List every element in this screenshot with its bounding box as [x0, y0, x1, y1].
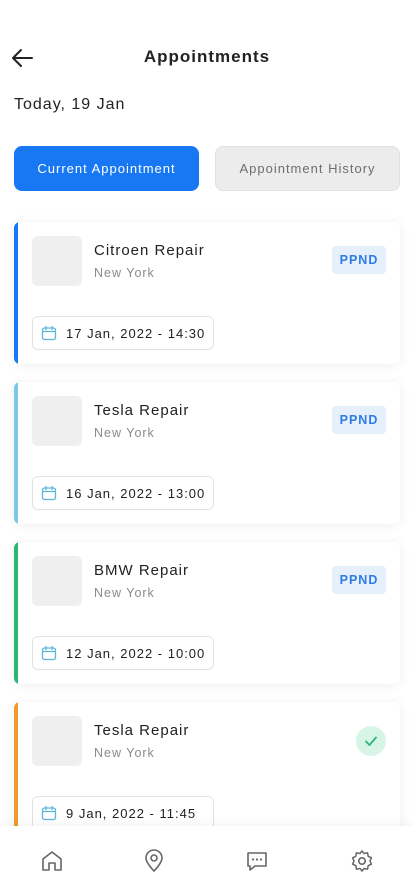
nav-location[interactable] [141, 848, 167, 874]
appointment-location: New York [94, 586, 155, 600]
tab-current-appointment[interactable]: Current Appointment [14, 146, 199, 191]
calendar-icon [41, 325, 57, 341]
status-badge: PPND [332, 406, 386, 434]
appointment-name: Citroen Repair [94, 242, 205, 259]
location-pin-icon [145, 849, 163, 872]
appointment-location: New York [94, 426, 155, 440]
calendar-icon [41, 485, 57, 501]
nav-messages[interactable] [244, 848, 270, 874]
chat-icon [247, 852, 267, 871]
appointment-datetime: 9 Jan, 2022 - 11:45 [32, 796, 214, 830]
app-header: Appointments [0, 0, 414, 100]
appointment-card[interactable]: Tesla Repair New York 9 Jan, 2022 - 11:4… [14, 702, 400, 844]
status-accent-bar [14, 542, 18, 684]
appointment-name: Tesla Repair [94, 402, 190, 419]
appointment-name: BMW Repair [94, 562, 190, 579]
appointment-location: New York [94, 746, 155, 760]
page-title: Appointments [143, 47, 271, 66]
datetime-text: 12 Jan, 2022 - 10:00 [66, 645, 206, 661]
status-accent-bar [14, 702, 18, 844]
status-accent-bar [14, 222, 18, 364]
calendar-icon [41, 645, 57, 661]
appointment-thumbnail [32, 396, 82, 446]
datetime-text: 17 Jan, 2022 - 14:30 [66, 325, 206, 341]
appointment-name: Tesla Repair [94, 722, 190, 739]
status-badge: PPND [332, 246, 386, 274]
date-heading: Today, 19 Jan [14, 96, 126, 113]
status-accent-bar [14, 382, 18, 524]
completed-status-badge [356, 726, 386, 756]
appointment-card[interactable]: Citroen Repair New York PPND 17 Jan, 202… [14, 222, 400, 364]
status-badge: PPND [332, 566, 386, 594]
appointment-card[interactable]: BMW Repair New York PPND 12 Jan, 2022 - … [14, 542, 400, 684]
appointment-thumbnail [32, 236, 82, 286]
datetime-text: 9 Jan, 2022 - 11:45 [66, 805, 197, 821]
appointment-location: New York [94, 266, 155, 280]
appointment-card[interactable]: Tesla Repair New York PPND 16 Jan, 2022 … [14, 382, 400, 524]
appointment-thumbnail [32, 716, 82, 766]
settings-gear-icon [351, 850, 373, 872]
tab-appointment-history[interactable]: Appointment History [215, 146, 400, 191]
appointment-thumbnail [32, 556, 82, 606]
checkmark-icon [365, 736, 377, 746]
datetime-text: 16 Jan, 2022 - 13:00 [66, 485, 206, 501]
appointment-datetime: 17 Jan, 2022 - 14:30 [32, 316, 214, 350]
appointment-tabs: Current Appointment Appointment History [14, 146, 400, 191]
bottom-navigation [0, 826, 414, 896]
appointment-datetime: 12 Jan, 2022 - 10:00 [32, 636, 214, 670]
home-icon [42, 851, 62, 871]
nav-home[interactable] [39, 848, 65, 874]
appointment-datetime: 16 Jan, 2022 - 13:00 [32, 476, 214, 510]
nav-settings[interactable] [349, 848, 375, 874]
calendar-icon [41, 805, 57, 821]
